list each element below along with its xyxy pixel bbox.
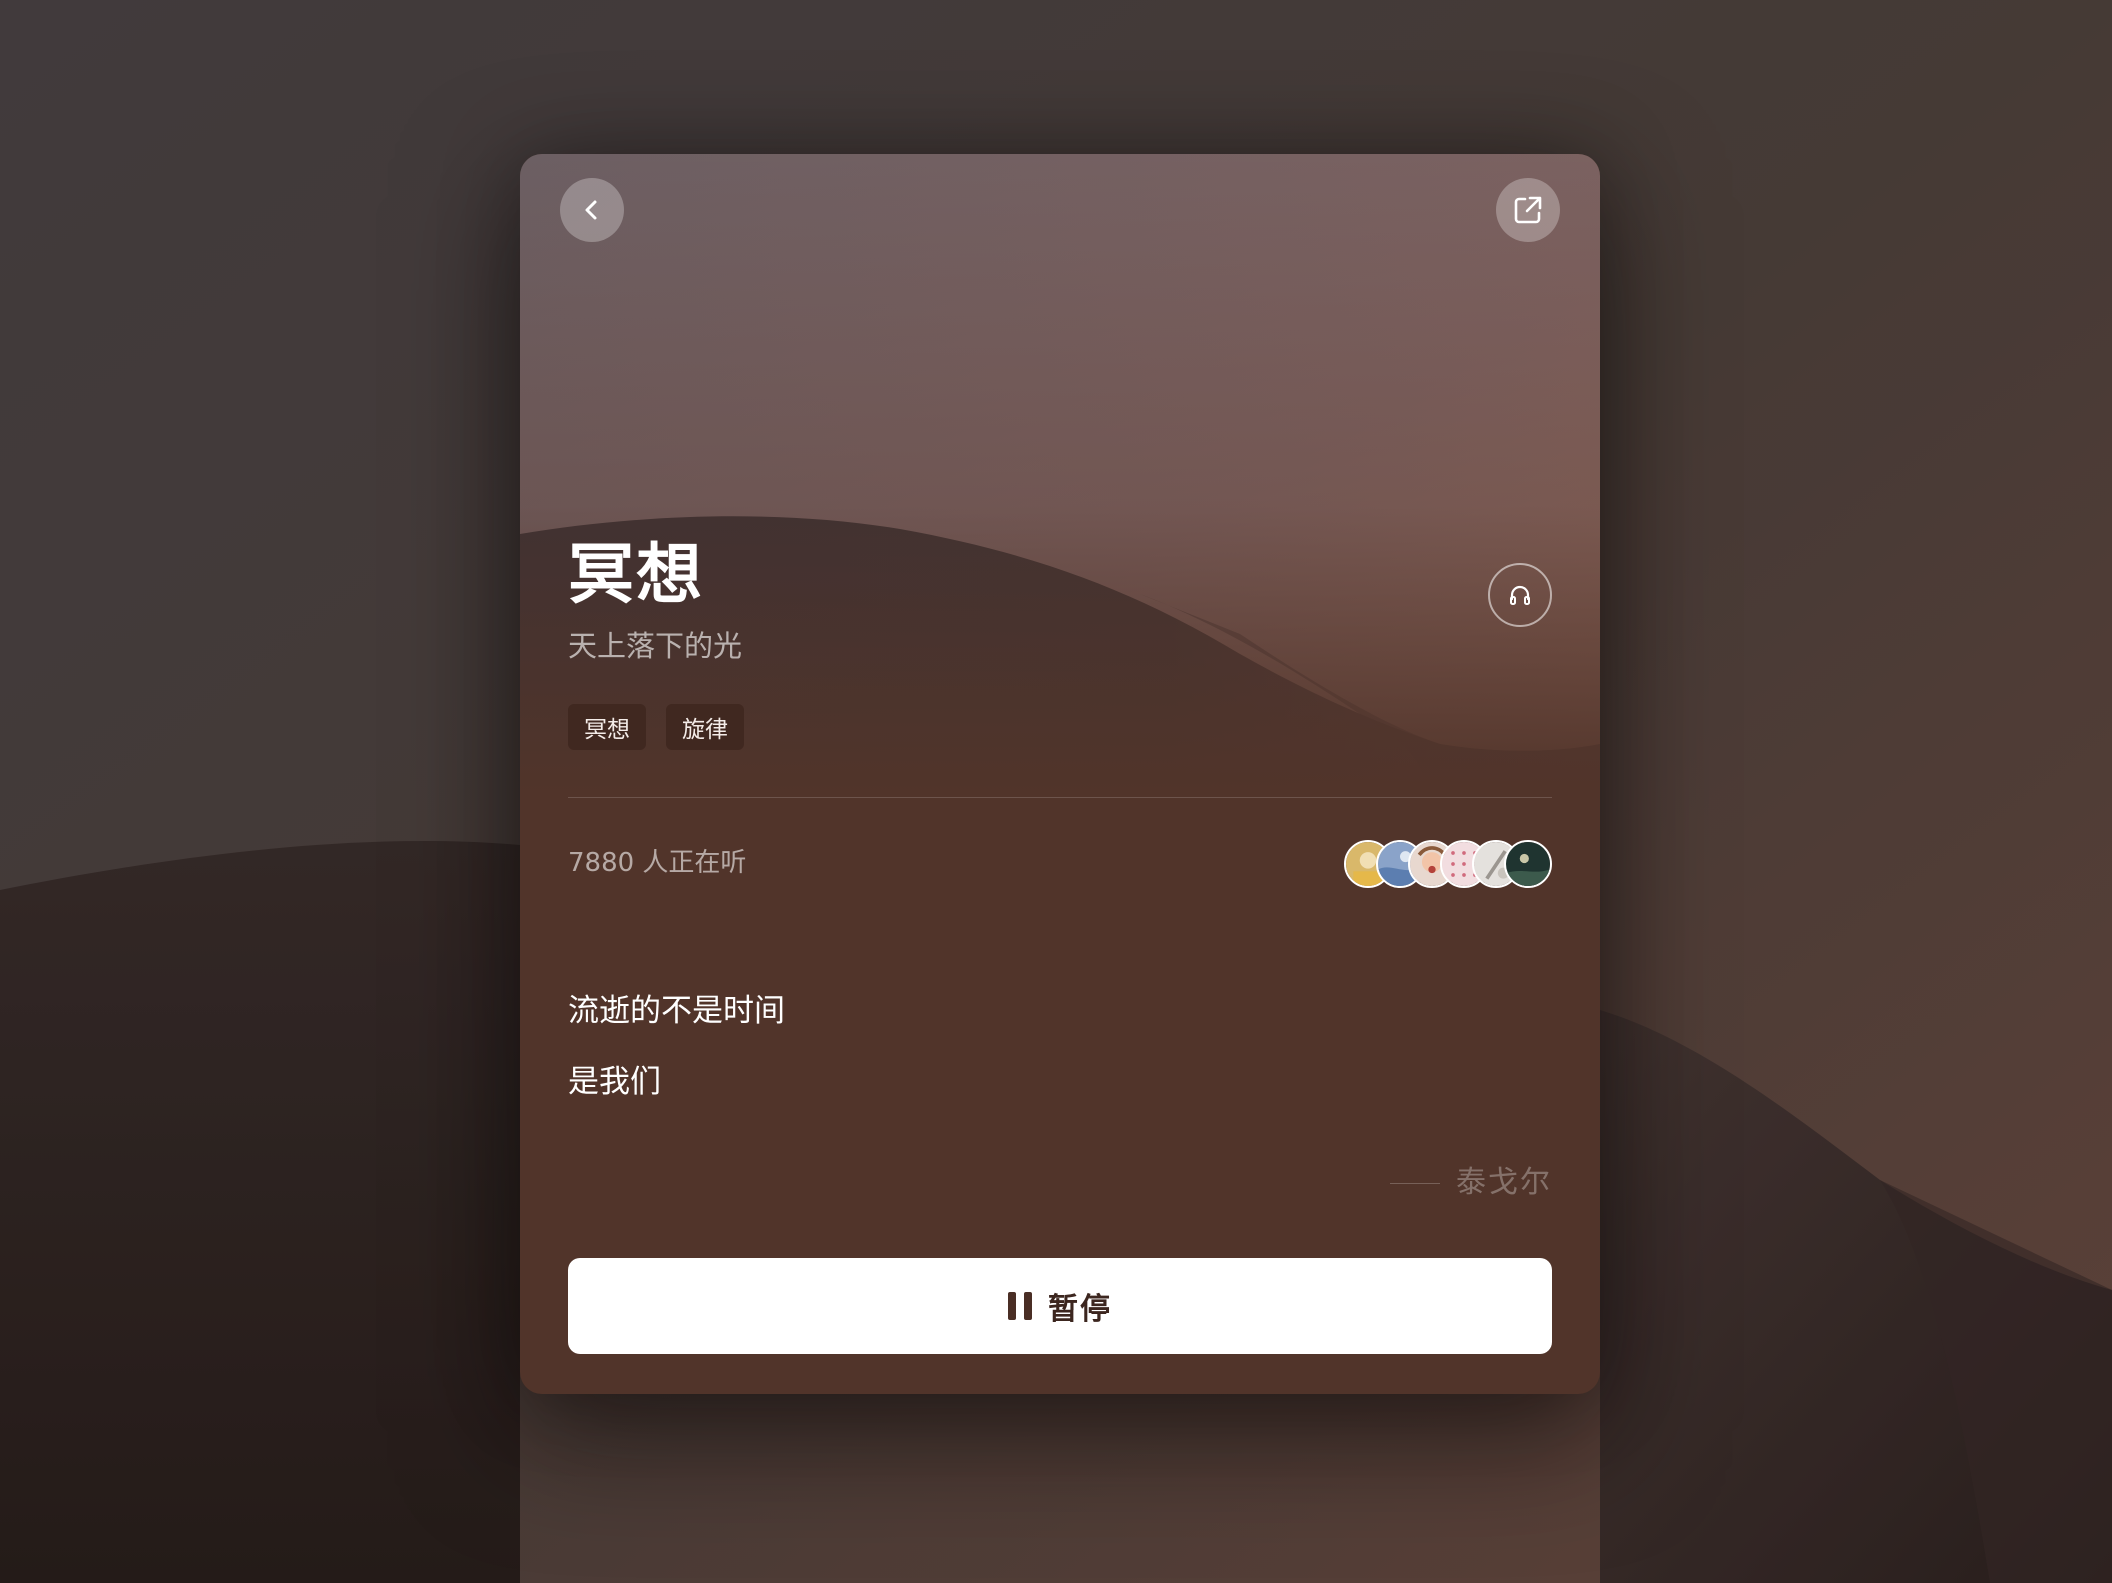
share-button[interactable] (1496, 178, 1560, 242)
tag-melody[interactable]: 旋律 (666, 704, 744, 750)
avatar (1504, 840, 1552, 888)
author-dash (1390, 1182, 1440, 1184)
card-cover-image (520, 154, 1600, 794)
share-external-icon (1514, 196, 1542, 224)
chevron-left-icon (585, 200, 597, 220)
tag-list: 冥想 旋律 (568, 704, 744, 750)
author-name: 泰戈尔 (1456, 1165, 1552, 1200)
divider (568, 797, 1552, 798)
pause-button-label: 暂停 (1048, 1292, 1112, 1327)
headphones-icon (1510, 585, 1530, 605)
quote-author: 泰戈尔 (1390, 1168, 1552, 1198)
pause-icon (1008, 1292, 1032, 1320)
listener-count: 7880 人正在听 (568, 848, 747, 878)
meditation-card: 冥想 天上落下的光 冥想 旋律 7880 人正在听 流逝的不是时间 是我们 泰戈… (520, 154, 1600, 1394)
quote-line: 流逝的不是时间 (568, 993, 785, 1029)
listen-button[interactable] (1488, 563, 1552, 627)
subtitle: 天上落下的光 (568, 629, 743, 663)
listener-avatars[interactable] (1344, 840, 1552, 888)
pause-button[interactable]: 暂停 (568, 1258, 1552, 1354)
quote-line: 是我们 (568, 1064, 661, 1100)
tag-meditation[interactable]: 冥想 (568, 704, 646, 750)
back-button[interactable] (560, 178, 624, 242)
page-title: 冥想 (568, 536, 704, 613)
